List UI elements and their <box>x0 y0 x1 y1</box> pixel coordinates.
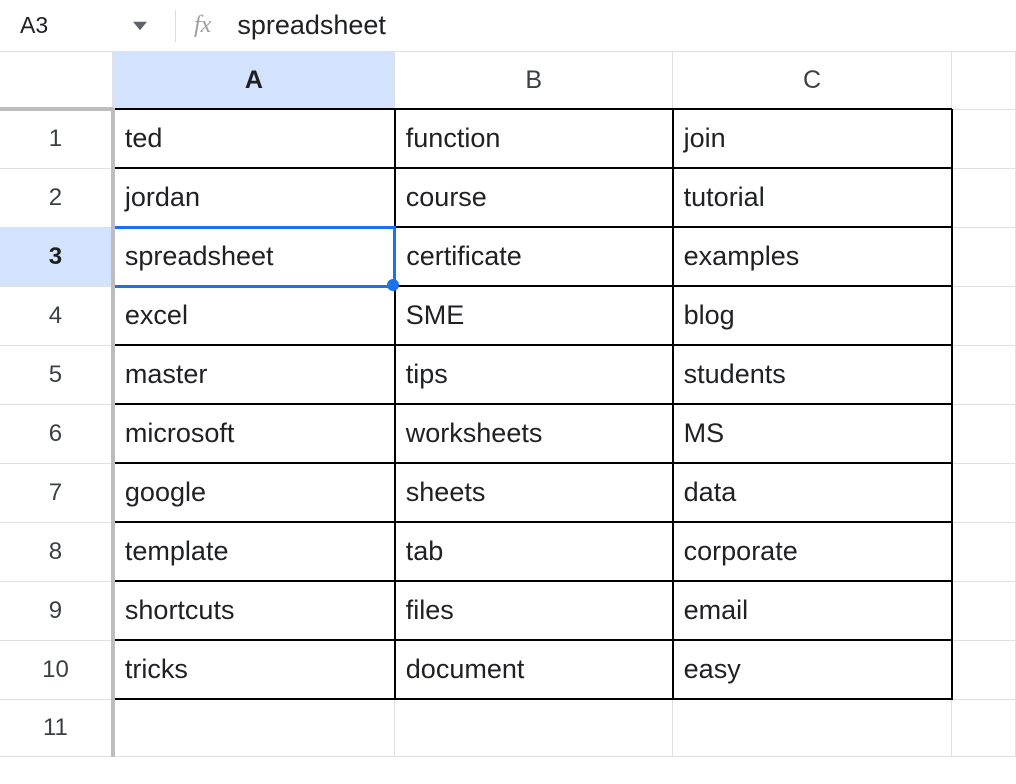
cell-a7[interactable]: google <box>113 463 395 522</box>
cell-b6[interactable]: worksheets <box>395 404 673 463</box>
row-header-11[interactable]: 11 <box>0 699 113 756</box>
cell-d8[interactable] <box>952 522 1016 581</box>
cell-a11[interactable] <box>113 699 395 756</box>
row-header-5[interactable]: 5 <box>0 345 113 404</box>
cell-c10[interactable]: easy <box>673 640 952 699</box>
formula-bar: A3 fx <box>0 0 1016 52</box>
selection-handle[interactable] <box>387 279 399 291</box>
cell-b10[interactable]: document <box>395 640 673 699</box>
cell-c8[interactable]: corporate <box>673 522 952 581</box>
cell-d2[interactable] <box>952 168 1016 227</box>
column-header-a[interactable]: A <box>113 52 395 109</box>
cell-b9[interactable]: files <box>395 581 673 640</box>
cell-a5[interactable]: master <box>113 345 395 404</box>
cell-c9[interactable]: email <box>673 581 952 640</box>
row-header-10[interactable]: 10 <box>0 640 113 699</box>
cell-b7[interactable]: sheets <box>395 463 673 522</box>
cell-c7[interactable]: data <box>673 463 952 522</box>
cell-a4[interactable]: excel <box>113 286 395 345</box>
row-header-1[interactable]: 1 <box>0 109 113 168</box>
cell-a9[interactable]: shortcuts <box>113 581 395 640</box>
cell-d11[interactable] <box>952 699 1016 756</box>
cell-b8[interactable]: tab <box>395 522 673 581</box>
cell-b1[interactable]: function <box>395 109 673 168</box>
row-header-4[interactable]: 4 <box>0 286 113 345</box>
name-box-value: A3 <box>20 12 48 39</box>
cell-d6[interactable] <box>952 404 1016 463</box>
row-header-7[interactable]: 7 <box>0 463 113 522</box>
cell-a3[interactable]: spreadsheet <box>113 227 395 286</box>
name-box-dropdown-icon[interactable] <box>133 19 147 33</box>
row-header-3[interactable]: 3 <box>0 227 113 286</box>
cell-a10[interactable]: tricks <box>113 640 395 699</box>
row-header-8[interactable]: 8 <box>0 522 113 581</box>
cell-b11[interactable] <box>395 699 673 756</box>
fx-icon: fx <box>186 12 233 39</box>
cell-d1[interactable] <box>952 109 1016 168</box>
row-header-9[interactable]: 9 <box>0 581 113 640</box>
cell-b2[interactable]: course <box>395 168 673 227</box>
cell-c11[interactable] <box>673 699 952 756</box>
row-header-6[interactable]: 6 <box>0 404 113 463</box>
cell-c5[interactable]: students <box>673 345 952 404</box>
cell-a2[interactable]: jordan <box>113 168 395 227</box>
cell-d10[interactable] <box>952 640 1016 699</box>
cell-a8[interactable]: template <box>113 522 395 581</box>
name-box[interactable]: A3 <box>0 0 165 51</box>
cell-d5[interactable] <box>952 345 1016 404</box>
cell-d7[interactable] <box>952 463 1016 522</box>
formula-input[interactable] <box>233 0 1016 51</box>
divider <box>175 10 176 42</box>
column-header-c[interactable]: C <box>673 52 952 109</box>
spreadsheet-grid: A B C 1 ted function join 2 jordan cours… <box>0 52 1016 757</box>
cell-a3-value: spreadsheet <box>125 241 274 271</box>
cell-c6[interactable]: MS <box>673 404 952 463</box>
column-header-b[interactable]: B <box>395 52 673 109</box>
cell-a6[interactable]: microsoft <box>113 404 395 463</box>
cell-a1[interactable]: ted <box>113 109 395 168</box>
cell-c3[interactable]: examples <box>673 227 952 286</box>
cell-d3[interactable] <box>952 227 1016 286</box>
cell-d9[interactable] <box>952 581 1016 640</box>
cell-d4[interactable] <box>952 286 1016 345</box>
cell-c2[interactable]: tutorial <box>673 168 952 227</box>
sheet-area: A B C 1 ted function join 2 jordan cours… <box>0 52 1016 757</box>
cell-b5[interactable]: tips <box>395 345 673 404</box>
cell-c1[interactable]: join <box>673 109 952 168</box>
cell-b4[interactable]: SME <box>395 286 673 345</box>
select-all-corner[interactable] <box>0 52 113 109</box>
row-header-2[interactable]: 2 <box>0 168 113 227</box>
cell-c4[interactable]: blog <box>673 286 952 345</box>
cell-b3[interactable]: certificate <box>395 227 673 286</box>
column-header-d[interactable] <box>952 52 1016 109</box>
